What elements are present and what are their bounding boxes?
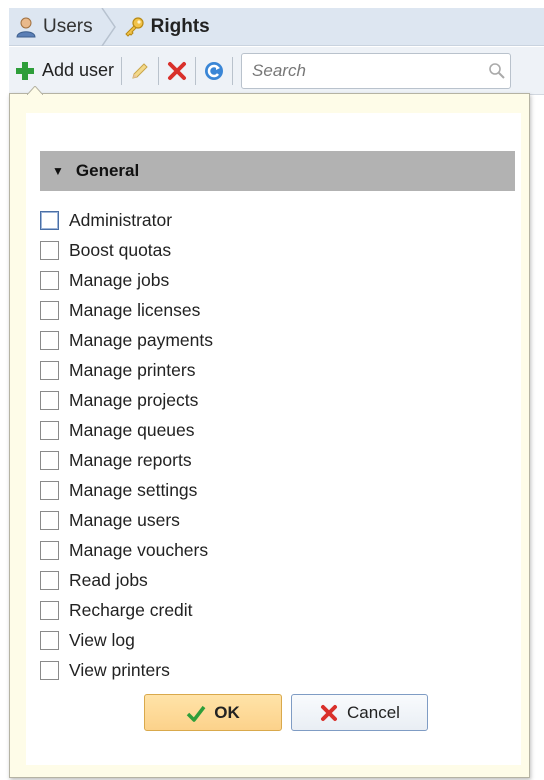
right-item-manage-licenses[interactable]: Manage licenses	[40, 295, 213, 325]
user-icon	[16, 17, 36, 37]
checkbox[interactable]	[40, 300, 59, 320]
right-item-manage-payments[interactable]: Manage payments	[40, 325, 213, 355]
right-item-view-log[interactable]: View log	[40, 625, 213, 655]
refresh-icon	[205, 61, 224, 80]
cancel-x-icon	[321, 704, 338, 721]
breadcrumb-users[interactable]: Users	[9, 8, 101, 45]
right-label: Manage printers	[69, 359, 196, 380]
right-item-manage-printers[interactable]: Manage printers	[40, 355, 213, 385]
breadcrumb-users-label: Users	[43, 15, 93, 37]
checkbox[interactable]	[40, 630, 59, 650]
add-user-button[interactable]: Add user	[9, 54, 119, 88]
right-label: Manage queues	[69, 419, 195, 440]
edit-button[interactable]	[124, 54, 156, 88]
ok-label: OK	[214, 702, 240, 722]
delete-button[interactable]	[161, 54, 193, 88]
checkbox[interactable]	[40, 570, 59, 590]
right-item-manage-users[interactable]: Manage users	[40, 505, 213, 535]
rights-dropdown-panel: ▼ General Administrator Boost quotas Man…	[9, 93, 530, 778]
toolbar-divider	[121, 56, 123, 85]
toolbar: Add user	[9, 47, 544, 95]
right-label: Manage projects	[69, 389, 199, 410]
panel-pointer	[27, 86, 43, 95]
right-label: Boost quotas	[69, 239, 172, 260]
breadcrumb-rights-label: Rights	[150, 15, 210, 37]
right-item-manage-projects[interactable]: Manage projects	[40, 385, 213, 415]
pencil-icon	[132, 62, 148, 79]
search-input[interactable]	[250, 59, 471, 82]
toolbar-divider	[195, 56, 197, 85]
right-label: Manage licenses	[69, 299, 201, 320]
ok-button[interactable]: OK	[144, 694, 282, 731]
magnifier-icon[interactable]	[488, 62, 506, 80]
checkbox[interactable]	[40, 270, 59, 290]
delete-x-icon	[168, 61, 187, 80]
breadcrumb: Users Rights	[9, 7, 544, 46]
checkbox[interactable]	[40, 480, 59, 500]
checkbox[interactable]	[40, 390, 59, 410]
checkbox[interactable]	[40, 660, 59, 680]
right-label: Administrator	[69, 209, 173, 230]
cancel-label: Cancel	[347, 702, 400, 722]
right-label: Manage reports	[69, 449, 192, 470]
right-label: Manage jobs	[69, 269, 170, 290]
checkbox[interactable]	[40, 540, 59, 560]
collapse-triangle-icon: ▼	[52, 164, 64, 178]
key-icon	[124, 16, 144, 37]
breadcrumb-separator-icon	[101, 7, 116, 46]
right-item-manage-queues[interactable]: Manage queues	[40, 415, 213, 445]
right-item-manage-vouchers[interactable]: Manage vouchers	[40, 535, 213, 565]
right-item-manage-jobs[interactable]: Manage jobs	[40, 265, 213, 295]
breadcrumb-rights[interactable]: Rights	[117, 8, 210, 45]
add-user-label: Add user	[42, 60, 115, 80]
right-item-boost-quotas[interactable]: Boost quotas	[40, 235, 213, 265]
right-label: Manage settings	[69, 479, 198, 500]
rights-checklist: Administrator Boost quotas Manage jobs M…	[40, 205, 213, 685]
right-item-manage-settings[interactable]: Manage settings	[40, 475, 213, 505]
right-label: Manage payments	[69, 329, 213, 350]
right-label: View printers	[69, 659, 170, 680]
refresh-button[interactable]	[198, 54, 230, 88]
right-item-recharge-credit[interactable]: Recharge credit	[40, 595, 213, 625]
right-label: Read jobs	[69, 569, 148, 590]
toolbar-divider	[158, 56, 160, 85]
right-item-read-jobs[interactable]: Read jobs	[40, 565, 213, 595]
section-header-general[interactable]: ▼ General	[40, 151, 515, 191]
checkbox[interactable]	[40, 510, 59, 530]
checkbox[interactable]	[40, 330, 59, 350]
checkbox[interactable]	[40, 210, 59, 230]
right-label: View log	[69, 629, 135, 650]
toolbar-divider	[232, 56, 234, 85]
checkmark-icon	[187, 705, 206, 722]
plus-icon	[16, 61, 34, 80]
search-box[interactable]	[241, 52, 512, 89]
checkbox[interactable]	[40, 600, 59, 620]
right-label: Manage users	[69, 509, 180, 530]
rights-panel-body: ▼ General Administrator Boost quotas Man…	[26, 113, 521, 765]
right-label: Manage vouchers	[69, 539, 209, 560]
right-item-manage-reports[interactable]: Manage reports	[40, 445, 213, 475]
checkbox[interactable]	[40, 240, 59, 260]
checkbox[interactable]	[40, 360, 59, 380]
right-item-view-printers[interactable]: View printers	[40, 655, 213, 685]
checkbox[interactable]	[40, 450, 59, 470]
right-label: Recharge credit	[69, 599, 193, 620]
right-item-administrator[interactable]: Administrator	[40, 205, 213, 235]
dialog-buttons: OK Cancel	[144, 694, 428, 731]
cancel-button[interactable]: Cancel	[291, 694, 428, 731]
checkbox[interactable]	[40, 420, 59, 440]
section-title: General	[75, 161, 140, 180]
